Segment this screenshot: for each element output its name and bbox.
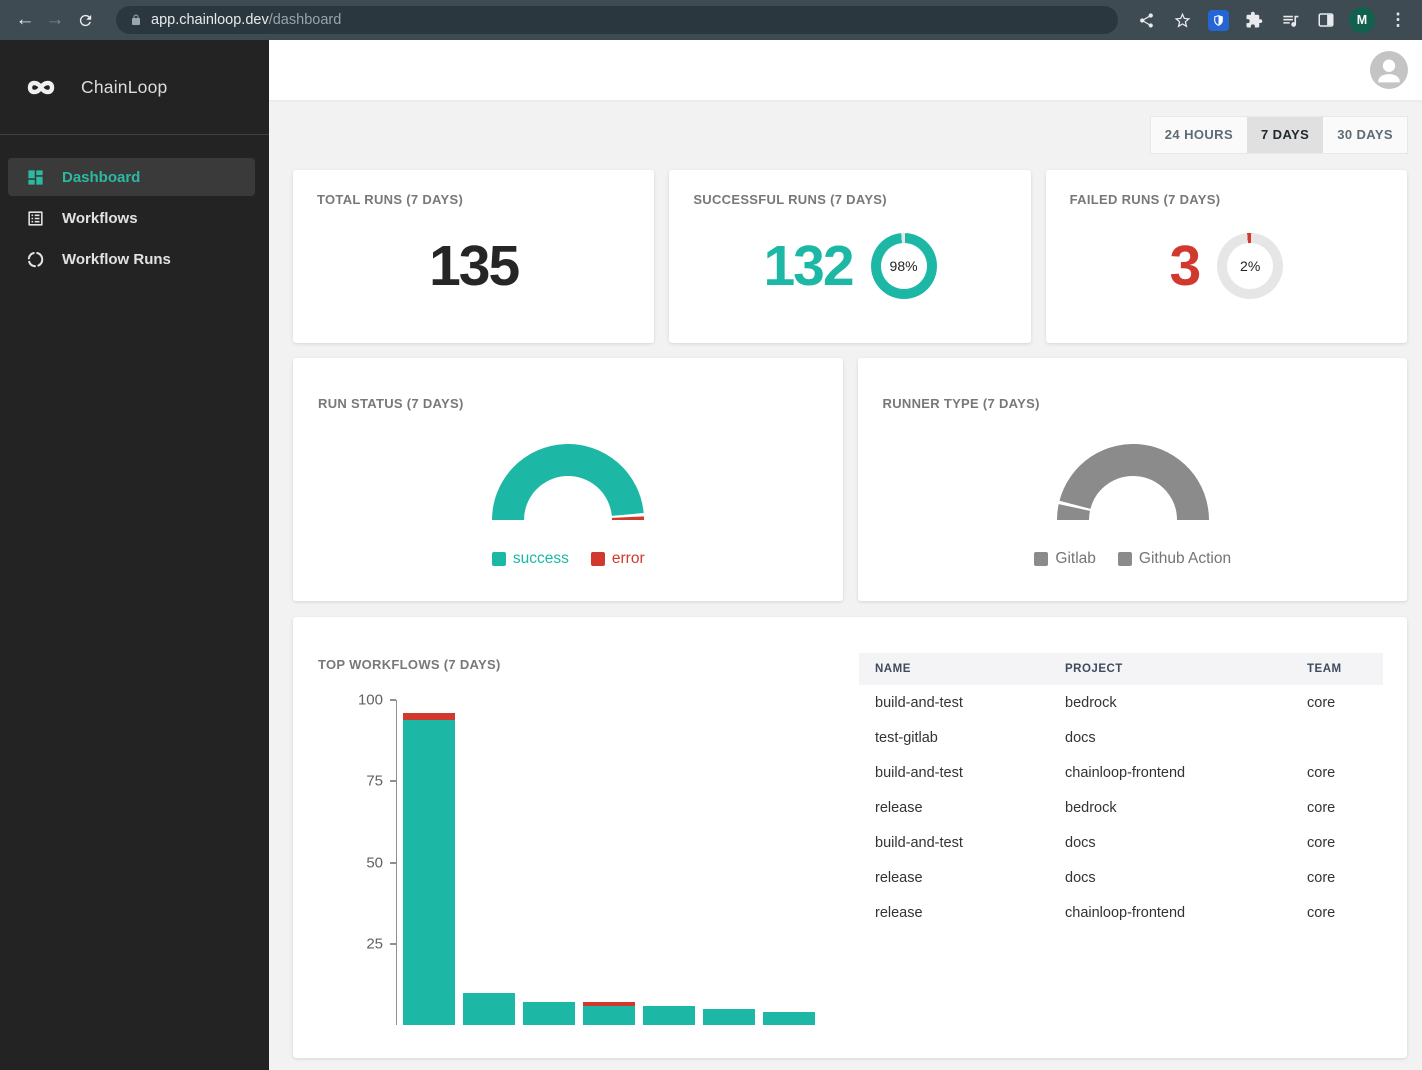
back-button[interactable]: ←: [10, 5, 40, 35]
runner-type-legend: Gitlab Github Action: [883, 550, 1384, 568]
card-title: RUNNER TYPE (7 DAYS): [883, 396, 1384, 411]
lock-icon: [130, 13, 142, 27]
address-bar[interactable]: app.chainloop.dev/dashboard: [116, 6, 1118, 34]
workflow-bar[interactable]: [763, 1012, 815, 1025]
app-header: [269, 40, 1422, 100]
total-runs-value: 135: [429, 233, 518, 299]
sidebar-item-dashboard[interactable]: Dashboard: [8, 158, 255, 196]
failed-runs-donut: 2%: [1217, 233, 1283, 299]
shield-icon: [1208, 10, 1229, 31]
sidebar-item-label: Workflow Runs: [62, 251, 171, 268]
column-header-team: TEAM: [1307, 663, 1383, 675]
forward-button[interactable]: →: [40, 5, 70, 35]
brand-name: ChainLoop: [81, 77, 167, 98]
browser-toolbar: ← → app.chainloop.dev/dashboard M: [0, 0, 1422, 40]
user-avatar-button[interactable]: [1370, 51, 1408, 89]
table-row[interactable]: test-gitlabdocs: [859, 720, 1383, 755]
table-row[interactable]: build-and-testbedrockcore: [859, 685, 1383, 720]
list-icon: [26, 209, 45, 228]
reload-icon: [77, 12, 94, 29]
legend-swatch: [1118, 552, 1132, 566]
top-workflows-table: NAME PROJECT TEAM build-and-testbedrockc…: [859, 653, 1383, 930]
legend-item-success[interactable]: success: [492, 550, 569, 568]
legend-item-error[interactable]: error: [591, 550, 645, 568]
reload-button[interactable]: [70, 5, 100, 35]
successful-runs-donut: 98%: [871, 233, 937, 299]
column-header-name: NAME: [875, 663, 1065, 675]
table-row[interactable]: releasedocscore: [859, 860, 1383, 895]
sidebar-item-label: Workflows: [62, 210, 138, 227]
chainloop-logo-icon: [18, 74, 64, 101]
gauge-segment: [1075, 460, 1193, 520]
sidebar-item-workflow-runs[interactable]: Workflow Runs: [8, 240, 255, 278]
runner-type-card: RUNNER TYPE (7 DAYS) Gitlab Github Actio…: [858, 358, 1408, 601]
column-header-project: PROJECT: [1065, 663, 1307, 675]
sidebar-nav: Dashboard Workflows Workflow Runs: [0, 158, 269, 278]
person-icon: [1370, 51, 1408, 89]
total-runs-card: TOTAL RUNS (7 DAYS) 135: [293, 170, 654, 343]
brand: ChainLoop: [0, 40, 269, 135]
bookmark-star-icon[interactable]: [1168, 6, 1196, 34]
legend-item-github-action[interactable]: Github Action: [1118, 550, 1231, 568]
browser-menu-icon[interactable]: ⋮: [1384, 6, 1412, 34]
time-range-tab[interactable]: 7 DAYS: [1247, 117, 1323, 153]
browser-profile-avatar[interactable]: M: [1348, 6, 1376, 34]
legend-swatch: [591, 552, 605, 566]
sidebar: ChainLoop Dashboard Workflows Workflow R…: [0, 40, 269, 1070]
time-range-tab[interactable]: 24 HOURS: [1151, 117, 1247, 153]
side-panel-icon[interactable]: [1312, 6, 1340, 34]
main-content: 24 HOURS7 DAYS30 DAYS TOTAL RUNS (7 DAYS…: [269, 40, 1422, 1070]
table-row[interactable]: releasechainloop-frontendcore: [859, 895, 1383, 930]
workflow-bar[interactable]: [463, 993, 515, 1026]
top-workflows-table-body: build-and-testbedrockcoretest-gitlabdocs…: [859, 685, 1383, 930]
table-row[interactable]: releasebedrockcore: [859, 790, 1383, 825]
url-path: /dashboard: [269, 12, 342, 28]
legend-swatch: [492, 552, 506, 566]
workflow-bar[interactable]: [403, 713, 455, 1025]
successful-runs-value: 132: [763, 233, 852, 299]
card-title: TOTAL RUNS (7 DAYS): [317, 192, 630, 207]
failed-runs-card: FAILED RUNS (7 DAYS) 3 2%: [1046, 170, 1407, 343]
table-row[interactable]: build-and-testchainloop-frontendcore: [859, 755, 1383, 790]
y-axis: 255075100: [293, 700, 397, 1025]
workflow-bar[interactable]: [583, 1002, 635, 1025]
url-host: app.chainloop.dev: [151, 12, 269, 28]
workflow-bar[interactable]: [523, 1002, 575, 1025]
gauge-segment: [508, 460, 628, 520]
playlist-icon[interactable]: [1276, 6, 1304, 34]
table-header: NAME PROJECT TEAM: [859, 653, 1383, 685]
workflow-bar[interactable]: [703, 1009, 755, 1025]
time-range-tab[interactable]: 30 DAYS: [1323, 117, 1407, 153]
card-title: SUCCESSFUL RUNS (7 DAYS): [693, 192, 1006, 207]
failed-runs-percent: 2%: [1227, 243, 1273, 289]
bitwarden-extension-icon[interactable]: [1204, 6, 1232, 34]
run-status-gauge: [490, 444, 646, 536]
legend-swatch: [1034, 552, 1048, 566]
run-status-legend: success error: [318, 550, 819, 568]
workflow-bar[interactable]: [643, 1006, 695, 1026]
successful-runs-percent: 98%: [881, 243, 927, 289]
sidebar-item-label: Dashboard: [62, 169, 140, 186]
runner-type-gauge: [1055, 444, 1211, 536]
top-workflows-card: TOP WORKFLOWS (7 DAYS) 255075100 NAME PR…: [293, 617, 1407, 1058]
legend-item-gitlab[interactable]: Gitlab: [1034, 550, 1096, 568]
dashboard-icon: [26, 168, 45, 187]
extensions-puzzle-icon[interactable]: [1240, 6, 1268, 34]
run-status-card: RUN STATUS (7 DAYS) success error: [293, 358, 843, 601]
card-title: RUN STATUS (7 DAYS): [318, 396, 819, 411]
failed-runs-value: 3: [1169, 233, 1199, 299]
card-title: TOP WORKFLOWS (7 DAYS): [318, 657, 501, 672]
successful-runs-card: SUCCESSFUL RUNS (7 DAYS) 132 98%: [669, 170, 1030, 343]
card-title: FAILED RUNS (7 DAYS): [1070, 192, 1383, 207]
table-row[interactable]: build-and-testdocscore: [859, 825, 1383, 860]
loop-circle-icon: [26, 250, 45, 269]
sidebar-item-workflows[interactable]: Workflows: [8, 199, 255, 237]
gauge-segment: [1073, 507, 1074, 520]
bars: [403, 713, 815, 1025]
share-icon[interactable]: [1132, 6, 1160, 34]
time-range-selector: 24 HOURS7 DAYS30 DAYS: [1151, 117, 1407, 153]
